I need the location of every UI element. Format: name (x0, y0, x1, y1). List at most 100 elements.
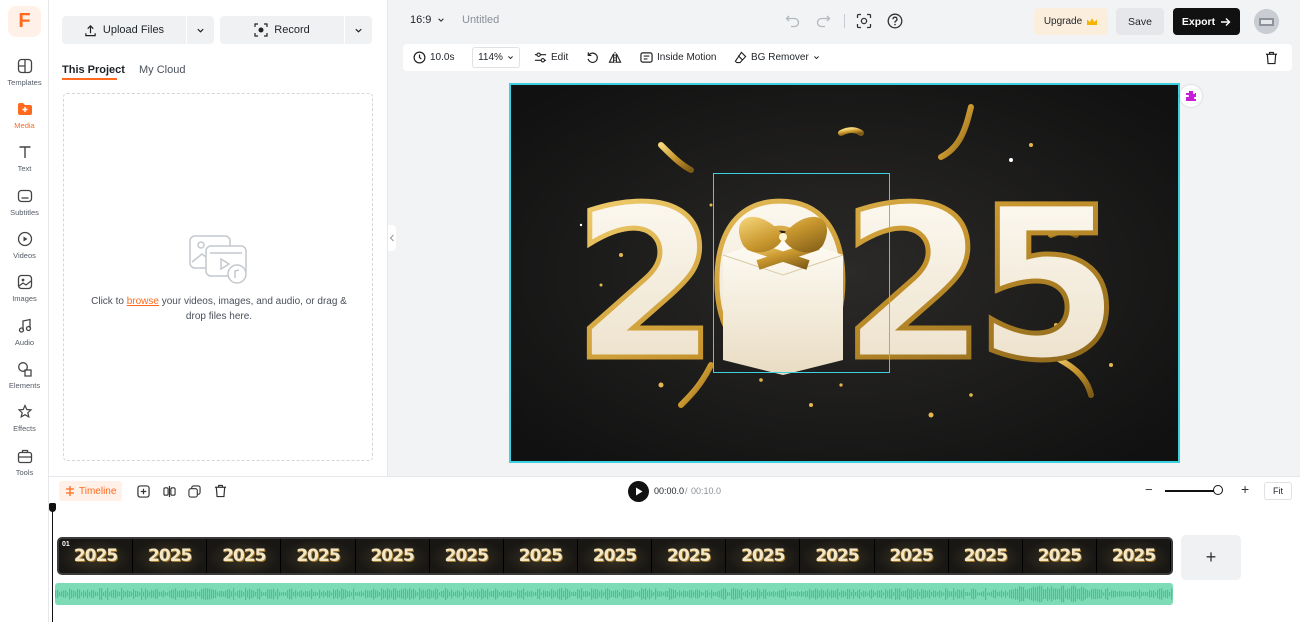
preview-button[interactable] (855, 12, 873, 30)
bg-remover-button[interactable]: BG Remover (734, 44, 820, 71)
waveform-bar (493, 590, 495, 598)
waveform-bar (521, 590, 523, 598)
flip-button[interactable] (608, 44, 622, 71)
waveform-bar (97, 592, 99, 596)
thumbnail-text: 2025 (73, 546, 118, 566)
rail-item-tools[interactable]: Tools (0, 446, 49, 488)
clip-thumbnail: 2025 (133, 539, 208, 573)
waveform-bar (473, 589, 475, 599)
video-editor-app: F Templates Media Text Subtitles Videos … (0, 0, 1300, 622)
app-logo[interactable]: F (8, 6, 41, 37)
waveform-bar (981, 591, 983, 597)
waveform-bar (927, 590, 929, 598)
redo-button[interactable] (814, 12, 832, 30)
browse-link[interactable]: browse (127, 296, 159, 307)
waveform-bar (1113, 590, 1115, 598)
rail-item-videos[interactable]: Videos (0, 229, 49, 271)
waveform-bar (453, 591, 455, 597)
waveform-bar (201, 589, 203, 599)
waveform-bar (489, 591, 491, 597)
record-options-button[interactable] (345, 16, 372, 44)
tab-this-project[interactable]: This Project (62, 64, 125, 76)
help-button[interactable] (886, 12, 904, 30)
tab-my-cloud[interactable]: My Cloud (139, 64, 185, 76)
collapse-panel-handle[interactable] (388, 225, 396, 251)
split-button[interactable] (161, 483, 177, 499)
fit-button[interactable]: Fit (1264, 482, 1292, 500)
waveform-bar (993, 589, 995, 599)
rotate-button[interactable] (586, 44, 599, 71)
rail-item-subtitles[interactable]: Subtitles (0, 186, 49, 228)
rail-item-audio[interactable]: Audio (0, 316, 49, 358)
waveform-bar (279, 591, 281, 597)
play-button[interactable] (628, 481, 649, 502)
duplicate-button[interactable] (186, 483, 202, 499)
zoom-in-button[interactable]: + (1241, 481, 1249, 497)
waveform-bar (421, 590, 423, 598)
waveform-bar (1059, 588, 1061, 600)
waveform-bar (1043, 588, 1045, 600)
upload-options-button[interactable] (187, 16, 214, 44)
waveform-bar (115, 589, 117, 599)
waveform-bar (1093, 589, 1095, 599)
waveform-bar (851, 591, 853, 597)
waveform-bar (107, 588, 109, 600)
waveform-bar (647, 590, 649, 598)
thumbnail-text: 2025 (667, 546, 711, 566)
waveform-bar (337, 589, 339, 599)
add-track-button[interactable] (135, 483, 151, 499)
add-clip-button[interactable]: + (1181, 535, 1241, 580)
waveform-bar (225, 590, 227, 598)
undo-button[interactable] (784, 12, 802, 30)
audio-icon (18, 318, 31, 333)
timeline-zoom-knob[interactable] (1213, 485, 1223, 495)
export-button[interactable]: Export (1173, 8, 1240, 35)
rail-item-images[interactable]: Images (0, 272, 49, 314)
ai-assistant-button[interactable] (1180, 85, 1202, 107)
record-button[interactable]: Record (220, 16, 344, 44)
rail-item-effects[interactable]: Effects (0, 402, 49, 444)
waveform-bar (199, 591, 201, 597)
zoom-out-button[interactable]: − (1145, 482, 1153, 497)
waveform-bar (697, 589, 699, 599)
rail-item-templates[interactable]: Templates (0, 56, 49, 98)
timeline-toggle[interactable]: Timeline (59, 481, 123, 501)
save-button[interactable]: Save (1116, 8, 1164, 35)
waveform-bar (965, 592, 967, 596)
delete-clip-button[interactable] (212, 483, 228, 499)
waveform-bar (707, 590, 709, 598)
waveform-bar (933, 590, 935, 598)
waveform-bar (411, 589, 413, 599)
waveform-bar (661, 591, 663, 597)
project-title[interactable]: Untitled (462, 14, 499, 26)
inside-motion-button[interactable]: Inside Motion (640, 44, 716, 71)
edit-button[interactable]: Edit (534, 44, 568, 71)
waveform-bar (609, 589, 611, 599)
video-clip[interactable]: 01 2025 2025 2025 2025 2025 2025 2025 2025 2025 2… (57, 537, 1173, 575)
waveform-bar (563, 590, 565, 598)
element-selection-box[interactable] (713, 173, 890, 373)
media-dropzone[interactable]: Click to browse your videos, images, and… (63, 93, 373, 461)
zoom-select[interactable]: 114% (472, 47, 520, 68)
aspect-ratio-select[interactable]: 16:9 (410, 14, 445, 26)
rail-item-media[interactable]: Media (0, 99, 49, 141)
upload-files-button[interactable]: Upload Files (62, 16, 186, 44)
duration-control[interactable]: 10.0s (413, 44, 454, 71)
clip-thumbnail: 2025 (577, 539, 653, 573)
waveform-bar (755, 591, 757, 597)
video-canvas[interactable]: 2025 (509, 83, 1180, 463)
delete-button[interactable] (1265, 44, 1278, 71)
crown-icon (1087, 17, 1098, 25)
waveform-bar (1041, 585, 1043, 603)
rail-item-elements[interactable]: Elements (0, 359, 49, 401)
waveform-bar (1097, 589, 1099, 599)
undo-icon (785, 15, 800, 28)
waveform-bar (1099, 589, 1101, 599)
rail-item-text[interactable]: Text (0, 142, 49, 184)
audio-track[interactable] (55, 583, 1173, 605)
waveform-bar (1009, 589, 1011, 599)
waveform-bar (181, 590, 183, 598)
upgrade-button[interactable]: Upgrade (1034, 8, 1108, 35)
waveform-bar (419, 588, 421, 600)
avatar[interactable] (1254, 9, 1279, 34)
